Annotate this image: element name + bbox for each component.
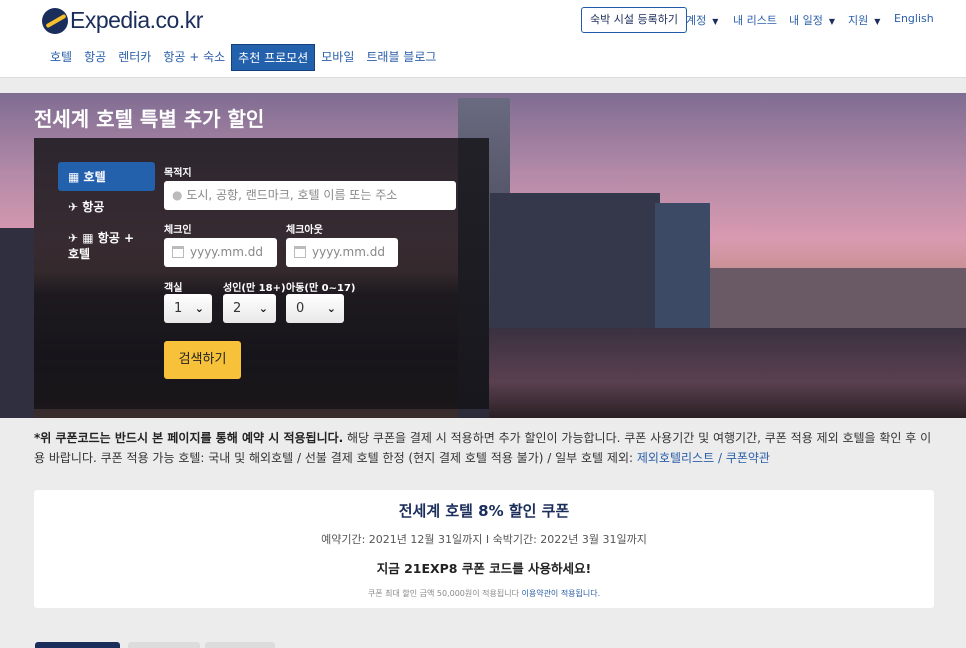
main-nav: 호텔 항공 렌터카 항공 + 숙소 추천 프로모션 모바일 트래블 블로그 [44, 44, 442, 71]
fine-print-text: 쿠폰 최대 할인 금액 50,000원이 적용됩니다 [367, 589, 522, 598]
plane-building-icon: ✈ ▦ [68, 231, 94, 245]
children-label: 아동(만 0~17) [286, 283, 356, 294]
destination-label: 목적지 [164, 168, 192, 179]
plane-icon: ✈ [68, 200, 79, 214]
english-link[interactable]: English [894, 12, 934, 25]
globe-plane-icon [42, 7, 68, 34]
tab-label: 항공 [82, 200, 105, 214]
destination-input[interactable]: ● 도시, 공항, 랜드마크, 호텔 이름 또는 주소 [164, 181, 456, 210]
rooms-value: 1 [174, 301, 183, 316]
checkout-label: 체크아웃 [286, 225, 323, 236]
hero-title: 전세계 호텔 특별 추가 할인 [34, 107, 265, 131]
checkout-placeholder: yyyy.mm.dd [312, 245, 385, 259]
my-trips-menu[interactable]: 내 일정 ▼ [789, 12, 835, 28]
logo-text: Expedia.co.kr [70, 7, 203, 33]
search-panel: ▦ 호텔 ✈ 항공 ✈ ▦ 항공 + 호텔 목적지 ● 도시, 공항, 랜드마크… [34, 138, 489, 409]
support-menu[interactable]: 지원 ▼ [848, 12, 880, 28]
coupon-card: 전세계 호텔 8% 할인 쿠폰 예약기간: 2021년 12월 31일까지 I … [34, 490, 934, 608]
calendar-icon [294, 246, 306, 258]
chevron-down-icon: ⌄ [258, 302, 268, 315]
children-select[interactable]: 0 ⌄ [286, 294, 344, 323]
river [489, 328, 966, 418]
coupon-title: 전세계 호텔 8% 할인 쿠폰 [398, 502, 570, 520]
support-label: 지원 [848, 14, 869, 27]
chevron-down-icon: ⌄ [194, 302, 204, 315]
calendar-icon [172, 246, 184, 258]
destination-placeholder: 도시, 공항, 랜드마크, 호텔 이름 또는 주소 [186, 188, 398, 202]
building-icon: ▦ [68, 170, 80, 184]
checkin-label: 체크인 [164, 225, 192, 236]
tab-hotels[interactable]: ▦ 호텔 [58, 162, 155, 191]
chevron-down-icon: ⌄ [326, 302, 336, 315]
bottom-tab[interactable] [128, 642, 200, 648]
skyline-buildings [0, 228, 34, 418]
coupon-terms-link[interactable]: 쿠폰약관 [726, 451, 770, 465]
coupon-code-text: 지금 21EXP8 쿠폰 코드를 사용하세요! [376, 561, 592, 576]
nav-hotels[interactable]: 호텔 [44, 44, 78, 71]
children-value: 0 [296, 301, 305, 316]
header: Expedia.co.kr 숙박 시설 등록하기 계정 ▼ 내 리스트 내 일정 ▼… [0, 0, 966, 78]
account-menu[interactable]: 계정 ▼ [686, 12, 718, 28]
nav-flights[interactable]: 항공 [78, 44, 112, 71]
adults-select[interactable]: 2 ⌄ [223, 294, 276, 323]
bottom-tab[interactable] [35, 642, 120, 648]
tab-flights[interactable]: ✈ 항공 [58, 192, 155, 221]
checkin-placeholder: yyyy.mm.dd [190, 245, 263, 259]
link-separator: / [714, 451, 726, 465]
checkout-input[interactable]: yyyy.mm.dd [286, 238, 398, 267]
my-list-link[interactable]: 내 리스트 [733, 12, 777, 28]
notice-bold: *위 쿠폰코드는 반드시 본 페이지를 통해 예약 시 적용됩니다. [34, 431, 344, 445]
chevron-down-icon: ▼ [874, 17, 881, 26]
coupon-fine-print: 쿠폰 최대 할인 금액 50,000원이 적용됩니다 이용약관이 적용됩니다. [34, 588, 934, 599]
terms-link[interactable]: 이용약관이 적용됩니다. [521, 589, 600, 598]
account-label: 계정 [686, 14, 707, 27]
adults-label: 성인(만 18+) [223, 283, 286, 294]
hero-banner: 전세계 호텔 특별 추가 할인 ▦ 호텔 ✈ 항공 ✈ ▦ 항공 + 호텔 목적… [0, 93, 966, 418]
coupon-period: 예약기간: 2021년 12월 31일까지 I 숙박기간: 2022년 3월 3… [321, 533, 647, 546]
nav-mobile[interactable]: 모바일 [315, 44, 360, 71]
my-trips-label: 내 일정 [789, 14, 823, 27]
nav-cars[interactable]: 렌터카 [112, 44, 157, 71]
tab-flight-hotel[interactable]: ✈ ▦ 항공 + 호텔 [58, 224, 155, 268]
search-button[interactable]: 검색하기 [164, 341, 241, 379]
chevron-down-icon: ▼ [712, 17, 719, 26]
nav-packages[interactable]: 항공 + 숙소 [157, 44, 231, 71]
location-pin-icon: ● [172, 188, 183, 202]
register-property-button[interactable]: 숙박 시설 등록하기 [581, 7, 687, 33]
coupon-notice: *위 쿠폰코드는 반드시 본 페이지를 통해 예약 시 적용됩니다. 해당 쿠폰… [34, 428, 939, 468]
bottom-tab[interactable] [205, 642, 275, 648]
excluded-hotels-link[interactable]: 제외호텔리스트 [637, 451, 714, 465]
nav-travel-blog[interactable]: 트래블 블로그 [360, 44, 442, 71]
adults-value: 2 [233, 301, 242, 316]
rooms-label: 객실 [164, 283, 183, 294]
nav-promotions[interactable]: 추천 프로모션 [231, 44, 316, 71]
rooms-select[interactable]: 1 ⌄ [164, 294, 212, 323]
checkin-input[interactable]: yyyy.mm.dd [164, 238, 277, 267]
expedia-logo[interactable]: Expedia.co.kr [42, 7, 203, 34]
tab-label: 호텔 [83, 170, 106, 184]
chevron-down-icon: ▼ [828, 17, 836, 26]
